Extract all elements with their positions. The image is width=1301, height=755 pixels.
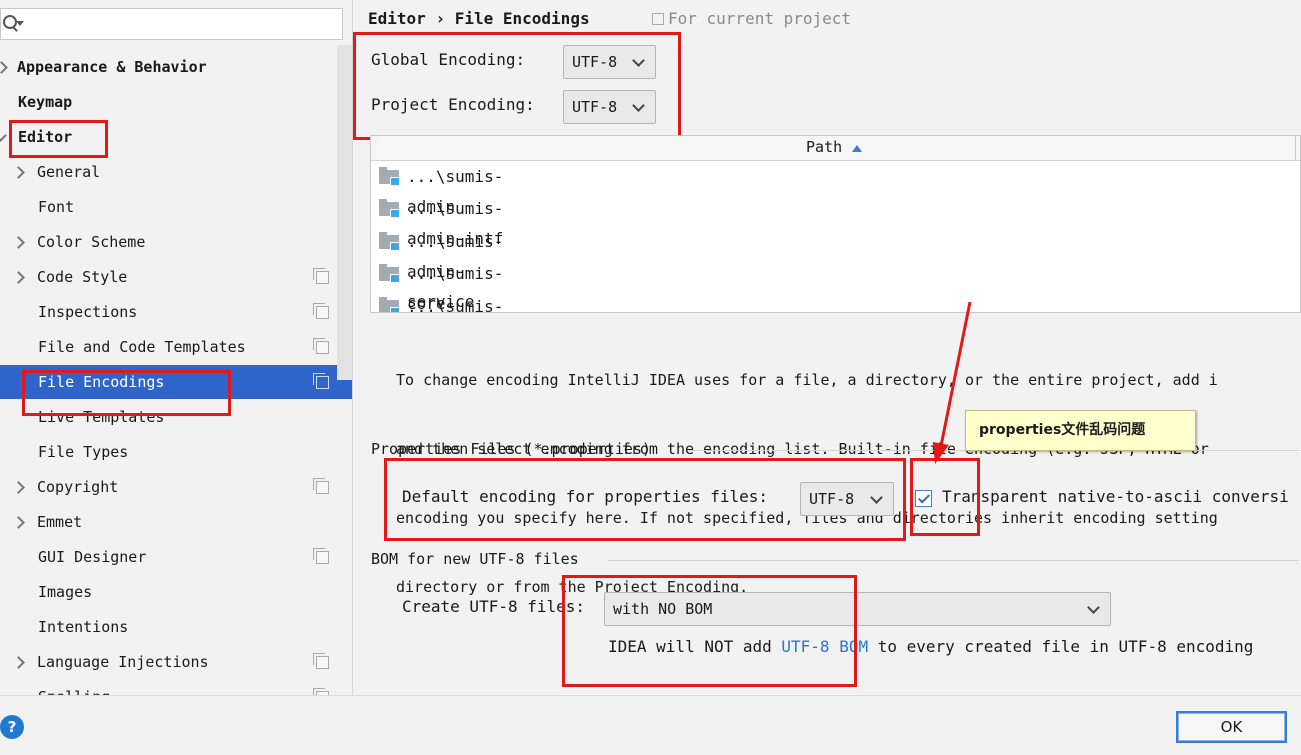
arrow-head <box>933 442 949 464</box>
module-folder-icon <box>379 264 400 283</box>
help-line: To change encoding IntelliJ IDEA uses fo… <box>396 371 1218 389</box>
sidebar-item-label: Appearance & Behavior <box>17 58 207 76</box>
sidebar-item-label: Font <box>38 198 75 216</box>
help-button[interactable]: ? <box>0 715 24 739</box>
sidebar-item-code-style[interactable]: Code Style <box>0 260 352 294</box>
project-scope-icon <box>652 13 664 25</box>
sidebar-item-label: Keymap <box>18 93 73 111</box>
sidebar-item-copyright[interactable]: Copyright <box>0 470 352 504</box>
bom-note-suffix: to every created file in UTF-8 encoding <box>868 637 1254 656</box>
sidebar-item-gui-designer[interactable]: GUI Designer <box>0 540 352 574</box>
sidebar-item-images[interactable]: Images <box>0 575 352 609</box>
sidebar-item-label: Inspections <box>38 303 138 321</box>
project-scope-icon <box>313 548 329 564</box>
highlight-box-encodings <box>353 32 681 140</box>
ok-button[interactable]: OK <box>1176 711 1287 743</box>
sidebar-item-color-scheme[interactable]: Color Scheme <box>0 225 352 259</box>
project-scope-icon <box>313 338 329 354</box>
project-scope-icon <box>313 268 329 284</box>
table-header[interactable]: Path <box>371 136 1300 161</box>
row-path: ...\sumis-interface <box>407 297 504 313</box>
sidebar-item-file-types[interactable]: File Types <box>0 435 352 469</box>
search-input[interactable] <box>0 8 343 40</box>
sidebar-item-label: File and Code Templates <box>38 338 246 356</box>
path-table[interactable]: Path ...\sumis-admin ...\sumis-admin-int… <box>370 135 1301 313</box>
properties-section-title: Properties Files (*.properties) <box>371 440 651 458</box>
sidebar-scrollbar[interactable] <box>337 45 352 380</box>
sidebar-item-label: GUI Designer <box>38 548 147 566</box>
sidebar-item-label: File Types <box>38 443 129 461</box>
dialog-footer <box>0 695 1301 755</box>
breadcrumb-separator: › <box>435 9 446 28</box>
chevron-right-icon[interactable] <box>0 61 8 74</box>
module-folder-icon <box>379 297 400 312</box>
chevron-right-icon[interactable] <box>12 271 25 284</box>
settings-sidebar: Appearance & Behavior Keymap Editor Gene… <box>0 0 353 695</box>
sidebar-item-language-injections[interactable]: Language Injections <box>0 645 352 679</box>
sidebar-item-label: Language Injections <box>37 653 209 671</box>
project-scope-icon <box>313 478 329 494</box>
module-folder-icon <box>379 232 400 251</box>
sidebar-item-label: Images <box>38 583 93 601</box>
chevron-right-icon[interactable] <box>12 516 25 529</box>
scope-label: For current project <box>668 9 852 28</box>
sidebar-item-general[interactable]: General <box>0 155 352 189</box>
sidebar-item-label: Emmet <box>37 513 83 531</box>
breadcrumb-parent: Editor <box>368 9 426 28</box>
sidebar-item-label: Color Scheme <box>37 233 146 251</box>
highlight-box-properties <box>384 458 906 541</box>
sidebar-item-spelling[interactable]: Spelling <box>0 680 352 695</box>
project-scope-icon <box>313 303 329 319</box>
search-icon <box>3 15 17 29</box>
chevron-right-icon[interactable] <box>12 236 25 249</box>
sidebar-item-font[interactable]: Font <box>0 190 352 224</box>
chevron-down-icon[interactable] <box>16 21 24 26</box>
sidebar-item-emmet[interactable]: Emmet <box>0 505 352 539</box>
module-folder-icon <box>379 167 400 186</box>
sidebar-item-keymap[interactable]: Keymap <box>0 85 352 119</box>
section-divider <box>608 560 1299 561</box>
create-utf8-label: Create UTF-8 files: <box>402 597 586 616</box>
chevron-down-icon[interactable] <box>0 129 7 142</box>
sidebar-item-label: Copyright <box>37 478 119 496</box>
column-divider <box>1295 136 1296 160</box>
project-scope-icon <box>313 373 329 389</box>
module-folder-icon <box>379 199 400 218</box>
sidebar-item-inspections[interactable]: Inspections <box>0 295 352 329</box>
annotation-callout: properties文件乱码问题 <box>965 410 1196 451</box>
column-header-path[interactable]: Path <box>806 138 842 156</box>
bom-section: BOM for new UTF-8 files <box>371 550 1301 568</box>
breadcrumb-current: File Encodings <box>454 9 590 28</box>
highlight-box-editor <box>9 120 108 158</box>
project-scope-icon <box>313 653 329 669</box>
scope-hint: For current project <box>652 9 851 28</box>
chevron-right-icon[interactable] <box>12 166 25 179</box>
sidebar-item-label: Intentions <box>38 618 129 636</box>
bom-section-title: BOM for new UTF-8 files <box>371 550 579 568</box>
highlight-box-bom <box>562 575 857 687</box>
sidebar-item-file-code-templates[interactable]: File and Code Templates <box>0 330 352 364</box>
highlight-box-file-encodings <box>22 370 231 416</box>
sidebar-item-intentions[interactable]: Intentions <box>0 610 352 644</box>
sidebar-item-label: General <box>37 163 101 181</box>
sidebar-item-appearance-behavior[interactable]: Appearance & Behavior <box>0 50 352 84</box>
breadcrumb: Editor › File Encodings <box>368 9 590 28</box>
sort-ascending-icon <box>852 145 862 152</box>
transparent-native-to-ascii-label: Transparent native-to-ascii conversi <box>942 487 1289 506</box>
sidebar-item-label: Spelling <box>38 680 110 695</box>
sidebar-item-label: Code Style <box>37 268 128 286</box>
chevron-right-icon[interactable] <box>12 481 25 494</box>
chevron-down-icon <box>1087 601 1100 614</box>
chevron-right-icon[interactable] <box>12 656 25 669</box>
